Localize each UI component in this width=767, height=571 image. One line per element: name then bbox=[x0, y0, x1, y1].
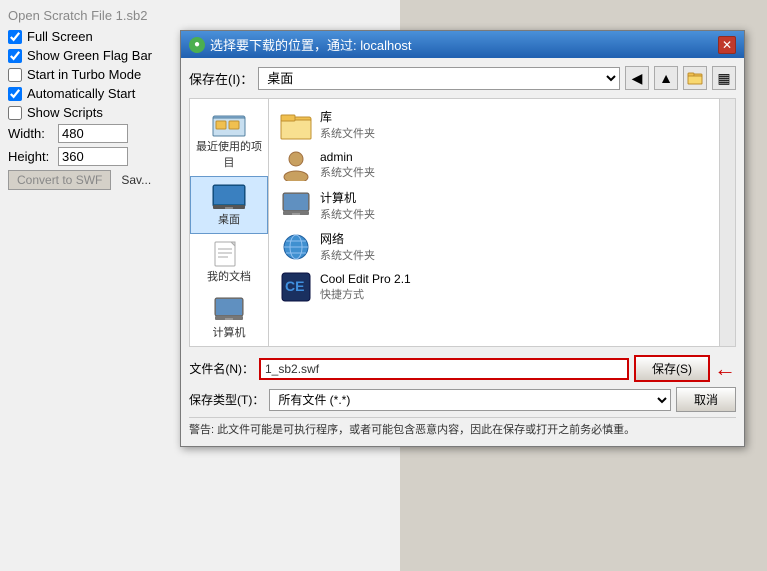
filename-input[interactable] bbox=[259, 358, 629, 380]
dialog-sidebar: 最近使用的项目 桌面 bbox=[189, 98, 269, 347]
sidebar-desktop-label: 桌面 bbox=[218, 211, 240, 227]
full-screen-checkbox[interactable] bbox=[8, 30, 22, 44]
scrollbar[interactable] bbox=[720, 98, 736, 347]
width-input[interactable]: 480 bbox=[58, 124, 128, 143]
save-button[interactable]: 保存(S) bbox=[634, 355, 710, 382]
file-admin-name: admin bbox=[320, 150, 375, 164]
file-cooledit-name: Cool Edit Pro 2.1 bbox=[320, 272, 411, 286]
sidebar-documents-label: 我的文档 bbox=[207, 268, 251, 284]
saving-text: Sav... bbox=[121, 173, 151, 187]
height-label: Height: bbox=[8, 149, 53, 164]
turbo-mode-label: Start in Turbo Mode bbox=[27, 67, 141, 82]
new-folder-button[interactable] bbox=[683, 66, 707, 90]
show-scripts-checkbox[interactable] bbox=[8, 106, 22, 120]
file-library-type: 系统文件夹 bbox=[320, 125, 375, 141]
file-cooledit-type: 快捷方式 bbox=[320, 286, 411, 302]
sidebar-computer[interactable]: 计算机 bbox=[190, 290, 268, 346]
view-toggle-button[interactable]: ▦ bbox=[712, 66, 736, 90]
green-flag-checkbox[interactable] bbox=[8, 49, 22, 63]
sidebar-computer-label: 计算机 bbox=[213, 324, 246, 340]
file-item-computer[interactable]: 计算机 系统文件夹 bbox=[274, 185, 714, 226]
file-item-admin[interactable]: admin 系统文件夹 bbox=[274, 145, 714, 185]
file-computer-type: 系统文件夹 bbox=[320, 206, 375, 222]
sidebar-recent[interactable]: 最近使用的项目 bbox=[190, 104, 268, 176]
svg-text:CE: CE bbox=[285, 278, 304, 294]
file-library-name: 库 bbox=[320, 108, 375, 125]
scratch-title: Open Scratch File 1.sb2 bbox=[8, 8, 392, 23]
sidebar-documents[interactable]: 我的文档 bbox=[190, 234, 268, 290]
filename-label: 文件名(N)： bbox=[189, 360, 254, 377]
height-input[interactable]: 360 bbox=[58, 147, 128, 166]
save-location-select[interactable]: 桌面 bbox=[258, 67, 620, 90]
file-item-cooledit[interactable]: CE Cool Edit Pro 2.1 快捷方式 bbox=[274, 267, 714, 307]
width-label: Width: bbox=[8, 126, 53, 141]
green-flag-label: Show Green Flag Bar bbox=[27, 48, 152, 63]
file-network-type: 系统文件夹 bbox=[320, 247, 375, 263]
dialog-titlebar: ● 选择要下载的位置，通过: localhost ✕ bbox=[181, 31, 744, 58]
file-list-area: 库 系统文件夹 admin 系统文件夹 bbox=[269, 98, 720, 347]
dialog-main-area: 最近使用的项目 桌面 bbox=[189, 98, 736, 347]
auto-start-checkbox[interactable] bbox=[8, 87, 22, 101]
sidebar-recent-label: 最近使用的项目 bbox=[194, 138, 264, 170]
warning-text: 警告: 此文件可能是可执行程序，或者可能包含恶意内容，因此在保存或打开之前务必慎… bbox=[189, 417, 736, 438]
sidebar-desktop[interactable]: 桌面 bbox=[190, 176, 268, 234]
auto-start-label: Automatically Start bbox=[27, 86, 135, 101]
back-button[interactable]: ◀ bbox=[625, 66, 649, 90]
full-screen-label: Full Screen bbox=[27, 29, 93, 44]
dialog-title: 选择要下载的位置，通过: localhost bbox=[210, 35, 412, 54]
file-computer-name: 计算机 bbox=[320, 189, 375, 206]
show-scripts-label: Show Scripts bbox=[27, 105, 103, 120]
filename-row: 文件名(N)： 保存(S) ← bbox=[189, 355, 736, 382]
bottom-form: 文件名(N)： 保存(S) ← 保存类型(T)： 所有文件 (*.*) 取消 bbox=[189, 355, 736, 412]
up-button[interactable]: ▲ bbox=[654, 66, 678, 90]
file-network-name: 网络 bbox=[320, 230, 375, 247]
file-item-network[interactable]: 网络 系统文件夹 bbox=[274, 226, 714, 267]
filetype-row: 保存类型(T)： 所有文件 (*.*) 取消 bbox=[189, 387, 736, 412]
dialog-titlebar-left: ● 选择要下载的位置，通过: localhost bbox=[189, 35, 412, 54]
file-admin-type: 系统文件夹 bbox=[320, 164, 375, 180]
filetype-label: 保存类型(T)： bbox=[189, 391, 264, 408]
dialog-body: 保存在(I)： 桌面 ◀ ▲ ▦ bbox=[181, 58, 744, 446]
filetype-select[interactable]: 所有文件 (*.*) bbox=[269, 389, 671, 411]
save-in-label: 保存在(I)： bbox=[189, 69, 253, 88]
cancel-button[interactable]: 取消 bbox=[676, 387, 736, 412]
save-arrow-indicator: ← bbox=[714, 356, 736, 382]
convert-to-swf-button[interactable]: Convert to SWF bbox=[8, 170, 111, 190]
dialog-icon: ● bbox=[189, 37, 205, 53]
save-location-row: 保存在(I)： 桌面 ◀ ▲ ▦ bbox=[189, 66, 736, 90]
turbo-mode-checkbox[interactable] bbox=[8, 68, 22, 82]
dialog-close-button[interactable]: ✕ bbox=[718, 36, 736, 54]
save-dialog: ● 选择要下载的位置，通过: localhost ✕ 保存在(I)： 桌面 ◀ … bbox=[180, 30, 745, 447]
file-item-library[interactable]: 库 系统文件夹 bbox=[274, 104, 714, 145]
